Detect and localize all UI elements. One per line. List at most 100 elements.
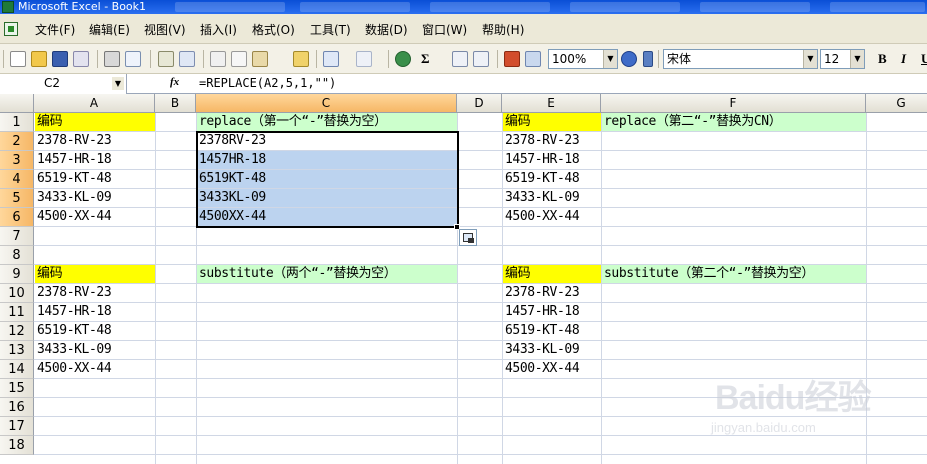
cell-e1[interactable]: 编码 (503, 113, 601, 131)
cell-c9[interactable]: substitute（两个“-”替换为空） (197, 265, 457, 283)
undo-icon[interactable] (323, 51, 339, 67)
bold-button[interactable]: B (878, 50, 887, 68)
menu-help[interactable]: 帮助(H) (481, 21, 525, 39)
row-header-6[interactable]: 6 (0, 208, 34, 227)
chevron-down-icon[interactable]: ▼ (803, 50, 817, 68)
cell-c1[interactable]: replace（第一个“-”替换为空） (197, 113, 457, 131)
cell-a12[interactable]: 6519-KT-48 (35, 322, 112, 340)
spelling-icon[interactable] (158, 51, 174, 67)
name-box[interactable]: C2 ▼ (0, 74, 127, 94)
cell-f9[interactable]: substitute（第二个“-”替换为空） (602, 265, 866, 283)
chevron-down-icon[interactable]: ▼ (603, 50, 617, 68)
cell-f1[interactable]: replace（第二“-”替换为CN） (602, 113, 866, 131)
italic-button[interactable]: I (901, 50, 906, 68)
cell-a5[interactable]: 3433-KL-09 (35, 189, 112, 207)
paste-options-icon[interactable] (459, 229, 477, 246)
cell-a10[interactable]: 2378-RV-23 (35, 284, 112, 302)
help-icon[interactable] (621, 51, 637, 67)
insert-function-icon[interactable]: fx (170, 76, 179, 88)
row-header-3[interactable]: 3 (0, 151, 34, 170)
chart-wizard-icon[interactable] (504, 51, 520, 67)
cell-a2[interactable]: 2378-RV-23 (35, 132, 112, 150)
chevron-down-icon[interactable]: ▼ (850, 50, 864, 68)
menu-edit[interactable]: 编辑(E) (88, 21, 131, 39)
row-header-14[interactable]: 14 (0, 360, 34, 379)
cell-e3[interactable]: 1457-HR-18 (503, 151, 580, 169)
row-header-17[interactable]: 17 (0, 417, 34, 436)
menu-insert[interactable]: 插入(I) (199, 21, 238, 39)
cell-a11[interactable]: 1457-HR-18 (35, 303, 112, 321)
row-header-7[interactable]: 7 (0, 227, 34, 246)
row-header-4[interactable]: 4 (0, 170, 34, 189)
cell-e14[interactable]: 4500-XX-44 (503, 360, 580, 378)
redo-icon[interactable] (356, 51, 372, 67)
workbook-icon[interactable] (4, 22, 18, 36)
zoom-select[interactable]: 100% ▼ (548, 49, 618, 69)
row-header-13[interactable]: 13 (0, 341, 34, 360)
row-header-12[interactable]: 12 (0, 322, 34, 341)
print-icon[interactable] (104, 51, 120, 67)
cell-e10[interactable]: 2378-RV-23 (503, 284, 580, 302)
menu-tools[interactable]: 工具(T) (309, 21, 352, 39)
menu-file[interactable]: 文件(F) (34, 21, 76, 39)
cut-icon[interactable] (210, 51, 226, 67)
cell-a3[interactable]: 1457-HR-18 (35, 151, 112, 169)
row-header-2[interactable]: 2 (0, 132, 34, 151)
cell-a6[interactable]: 4500-XX-44 (35, 208, 112, 226)
copy-icon[interactable] (231, 51, 247, 67)
worksheet-grid[interactable]: A B C D E F G 1 2 3 4 5 6 7 8 9 10 11 12… (0, 94, 927, 464)
cell-e12[interactable]: 6519-KT-48 (503, 322, 580, 340)
cell-e2[interactable]: 2378-RV-23 (503, 132, 580, 150)
row-header-10[interactable]: 10 (0, 284, 34, 303)
cell-a1[interactable]: 编码 (35, 113, 155, 131)
cell-a13[interactable]: 3433-KL-09 (35, 341, 112, 359)
font-select[interactable]: 宋体 ▼ (663, 49, 818, 69)
row-header-11[interactable]: 11 (0, 303, 34, 322)
font-size-select[interactable]: 12 ▼ (820, 49, 865, 69)
cell-e6[interactable]: 4500-XX-44 (503, 208, 580, 226)
chevron-down-icon[interactable]: ▼ (112, 77, 124, 90)
column-header-c[interactable]: C (196, 94, 457, 113)
cell-e13[interactable]: 3433-KL-09 (503, 341, 580, 359)
sort-descending-icon[interactable] (473, 51, 489, 67)
row-header-1[interactable]: 1 (0, 113, 34, 132)
open-icon[interactable] (31, 51, 47, 67)
paste-icon[interactable] (252, 51, 268, 67)
column-header-f[interactable]: F (601, 94, 866, 113)
row-header-5[interactable]: 5 (0, 189, 34, 208)
row-header-9[interactable]: 9 (0, 265, 34, 284)
formula-input[interactable]: =REPLACE(A2,5,1,"") (199, 74, 336, 94)
drawing-icon[interactable] (525, 51, 541, 67)
menu-view[interactable]: 视图(V) (143, 21, 187, 39)
cell-a14[interactable]: 4500-XX-44 (35, 360, 112, 378)
row-header-18[interactable]: 18 (0, 436, 34, 455)
cell-e5[interactable]: 3433-KL-09 (503, 189, 580, 207)
select-all-corner[interactable] (0, 94, 34, 113)
column-header-a[interactable]: A (34, 94, 155, 113)
menu-window[interactable]: 窗口(W) (421, 21, 468, 39)
column-header-d[interactable]: D (457, 94, 502, 113)
row-header-15[interactable]: 15 (0, 379, 34, 398)
cell-e11[interactable]: 1457-HR-18 (503, 303, 580, 321)
sort-ascending-icon[interactable] (452, 51, 468, 67)
underline-button[interactable]: U (921, 50, 927, 68)
column-header-e[interactable]: E (502, 94, 601, 113)
column-header-g[interactable]: G (866, 94, 927, 113)
column-header-b[interactable]: B (155, 94, 196, 113)
cell-a4[interactable]: 6519-KT-48 (35, 170, 112, 188)
cell-e9[interactable]: 编码 (503, 265, 601, 283)
toolbar-options-icon[interactable] (643, 51, 653, 67)
menu-data[interactable]: 数据(D) (364, 21, 409, 39)
new-icon[interactable] (10, 51, 26, 67)
save-icon[interactable] (52, 51, 68, 67)
autosum-icon[interactable]: Σ (421, 50, 430, 68)
cell-a9[interactable]: 编码 (35, 265, 155, 283)
hyperlink-icon[interactable] (395, 51, 411, 67)
row-header-8[interactable]: 8 (0, 246, 34, 265)
permission-icon[interactable] (73, 51, 89, 67)
format-painter-icon[interactable] (293, 51, 309, 67)
menu-format[interactable]: 格式(O) (251, 21, 296, 39)
cell-e4[interactable]: 6519-KT-48 (503, 170, 580, 188)
print-preview-icon[interactable] (125, 51, 141, 67)
row-header-16[interactable]: 16 (0, 398, 34, 417)
